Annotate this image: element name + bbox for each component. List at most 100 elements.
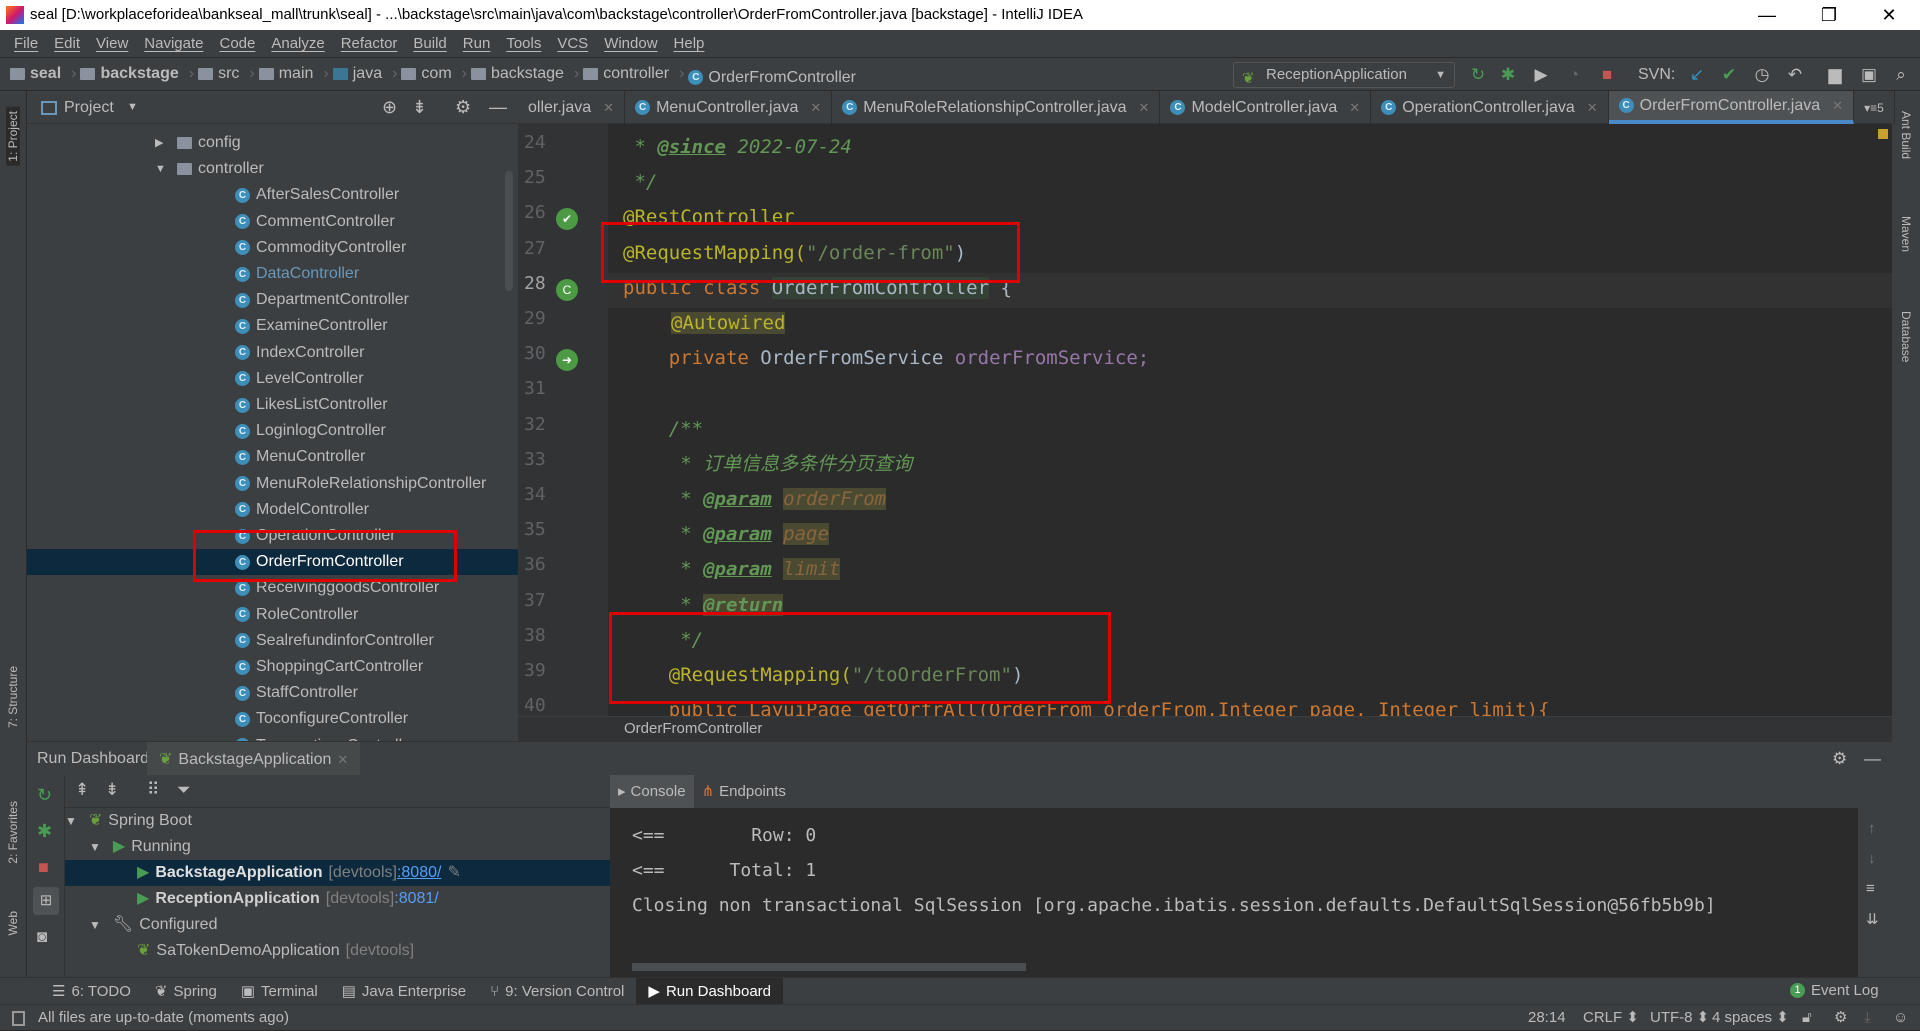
collapse-all-icon[interactable]: ⇟ (412, 91, 427, 124)
editor-breadcrumb[interactable]: OrderFromController (518, 716, 1892, 741)
scroll-down-icon[interactable]: ↓ (1868, 850, 1876, 867)
presentation-icon[interactable]: ▣ (1856, 62, 1882, 88)
rerun-icon[interactable]: ↻ (37, 785, 52, 806)
scroll-up-icon[interactable]: ↑ (1868, 820, 1876, 837)
tree-item[interactable]: ▼ controller (27, 156, 518, 182)
tool-tab[interactable]: ❦ Spring (143, 978, 229, 1004)
tree-item[interactable]: C ExamineController (27, 313, 518, 339)
tree-item[interactable]: C ToconfigureController (27, 706, 518, 732)
tree-item[interactable]: C CommentController (27, 209, 518, 235)
close-button[interactable]: ✕ (1866, 0, 1912, 30)
menu-file[interactable]: File (6, 30, 46, 57)
editor-tab[interactable]: C MenuRoleRelationshipController.java ✕ (832, 91, 1161, 124)
status-toggle-icon[interactable] (12, 1011, 25, 1026)
tab-overflow-button[interactable]: ▾≡5 (1854, 91, 1895, 124)
tab-console[interactable]: ▸ Console (610, 775, 694, 808)
camera-icon[interactable]: ◙ (37, 927, 47, 947)
menu-view[interactable]: View (88, 30, 136, 57)
group-by-icon[interactable]: ⊞ (33, 887, 59, 915)
tree-item[interactable]: C ShoppingCartController (27, 654, 518, 680)
tree-node-running[interactable]: ▼ ▶ Running (89, 834, 191, 860)
stop-icon[interactable]: ■ (38, 857, 49, 878)
editor-tab[interactable]: oller.java ✕ (518, 91, 626, 124)
soft-wrap-icon[interactable]: ≡ (1866, 880, 1875, 897)
menu-analyze[interactable]: Analyze (263, 30, 332, 57)
project-structure-icon[interactable]: ▆ (1822, 62, 1848, 88)
editor-tab[interactable]: C OperationController.java ✕ (1371, 91, 1609, 124)
chevron-down-icon[interactable]: ▼ (155, 156, 177, 182)
locate-target-icon[interactable]: ⊕ (382, 91, 397, 124)
menu-navigate[interactable]: Navigate (136, 30, 211, 57)
stop-icon[interactable]: ■ (1594, 62, 1620, 88)
web-tool-button[interactable]: Web (6, 911, 20, 935)
inspection-warning-icon[interactable] (1878, 129, 1888, 139)
debug-bug-icon[interactable]: ✱ (1495, 62, 1521, 88)
caret-position[interactable]: 28:14 (1528, 1005, 1566, 1031)
gear-icon[interactable]: ⚙ (1832, 742, 1847, 775)
breadcrumb-item[interactable]: seal (10, 58, 76, 90)
tree-node-reception-app[interactable]: ▶ ReceptionApplication [devtools]:8081/ (137, 886, 439, 912)
tool-tab[interactable]: ☰ 6: TODO (40, 978, 143, 1004)
tree-item[interactable]: C LevelController (27, 366, 518, 392)
chevron-down-icon[interactable]: ▼ (127, 91, 138, 124)
editor-tab[interactable]: C MenuController.java ✕ (625, 91, 833, 124)
tree-item[interactable]: ▶ config (27, 130, 518, 156)
editor-tab[interactable]: C ModelController.java ✕ (1160, 91, 1372, 124)
inspector-avatar-icon[interactable]: ☺ (1893, 1005, 1908, 1031)
breadcrumb-item[interactable]: main (258, 58, 329, 90)
run-dashboard-tab[interactable]: ❦ BackstageApplication ✕ (147, 742, 361, 776)
run-coverage-icon[interactable]: ▶ (1528, 62, 1554, 88)
hector-settings-icon[interactable]: ⚙ (1834, 1005, 1847, 1031)
tool-tab[interactable]: ⑂ 9: Version Control (478, 978, 636, 1004)
svn-commit-icon[interactable]: ✔ (1716, 62, 1742, 88)
menu-build[interactable]: Build (405, 30, 454, 57)
tool-tab[interactable]: ▶ Run Dashboard (636, 978, 784, 1004)
structure-tool-button[interactable]: 7: Structure (6, 666, 20, 728)
tree-node-backstage-app[interactable]: ▶ BackstageApplication [devtools]:8080/✎ (65, 860, 610, 886)
breadcrumb-item[interactable]: backstage (470, 58, 579, 90)
scrollbar[interactable] (505, 171, 513, 291)
indent-select[interactable]: 4 spaces ⬍ (1712, 1005, 1789, 1031)
hide-panel-icon[interactable]: — (489, 91, 507, 124)
restore-button[interactable]: ❐ (1806, 0, 1852, 30)
close-tab-icon[interactable]: ✕ (1587, 92, 1598, 124)
debug-icon[interactable]: ✱ (37, 821, 52, 842)
horizontal-scrollbar[interactable] (632, 963, 1026, 971)
edit-pencil-icon[interactable]: ✎ (447, 860, 460, 886)
tree-item[interactable]: C StaffController (27, 680, 518, 706)
tree-item[interactable]: C LikesListController (27, 392, 518, 418)
profiler-icon[interactable]: ◔ (1561, 62, 1587, 88)
favorites-tool-button[interactable]: 2: Favorites (6, 801, 20, 864)
tree-item[interactable]: C MenuController (27, 444, 518, 470)
close-tab-icon[interactable]: ✕ (1832, 90, 1843, 122)
event-log-button[interactable]: 1 Event Log (1790, 977, 1879, 1004)
close-tab-icon[interactable]: ✕ (337, 743, 348, 776)
tree-item[interactable]: C ModelController (27, 497, 518, 523)
filter-icon[interactable]: ⏷ (177, 780, 191, 800)
hide-panel-icon[interactable]: — (1864, 742, 1881, 775)
menu-window[interactable]: Window (596, 30, 665, 57)
tree-node-spring-boot[interactable]: ▼ ❦ Spring Boot (65, 808, 192, 834)
revert-icon[interactable]: ↶ (1782, 62, 1808, 88)
group-icon[interactable]: ⠿ (147, 780, 159, 800)
breadcrumb-item[interactable]: src (198, 58, 255, 90)
project-view-select[interactable]: Project (64, 91, 114, 124)
scroll-to-end-icon[interactable]: ⇊ (1866, 910, 1879, 928)
close-tab-icon[interactable]: ✕ (1139, 92, 1150, 124)
breadcrumb-item[interactable]: C OrderFromController (688, 62, 866, 94)
breadcrumb-item[interactable]: java (332, 58, 398, 90)
tree-node-satoken-app[interactable]: ❦ SaTokenDemoApplication [devtools] (137, 938, 414, 964)
project-tool-button[interactable]: 1: Project (6, 107, 20, 166)
breadcrumb-item[interactable]: backstage (80, 58, 194, 90)
app-port-link[interactable]: :8081/ (394, 886, 438, 912)
tree-item[interactable]: C DataController (27, 261, 518, 287)
database-tool-button[interactable]: Database (1899, 311, 1913, 362)
tree-item[interactable]: C IndexController (27, 340, 518, 366)
app-port-link[interactable]: :8080/ (397, 860, 441, 886)
tab-endpoints[interactable]: ⋔ Endpoints (694, 775, 794, 808)
line-separator-select[interactable]: CRLF ⬍ (1583, 1005, 1639, 1031)
run-configuration-select[interactable]: ❦ ReceptionApplication ▼ (1233, 62, 1455, 88)
close-tab-icon[interactable]: ✕ (603, 92, 614, 124)
rerun-icon[interactable]: ↻ (1465, 62, 1491, 88)
menu-help[interactable]: Help (666, 30, 713, 57)
